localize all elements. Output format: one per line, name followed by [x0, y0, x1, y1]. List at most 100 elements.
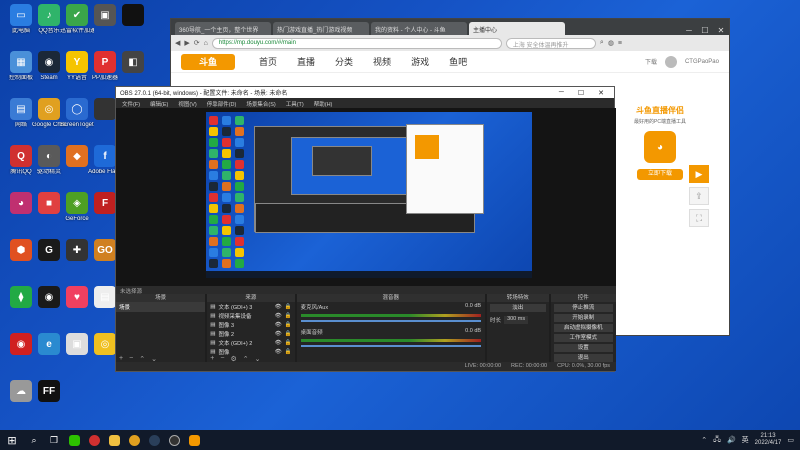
- username[interactable]: CTGPaoPao: [685, 59, 719, 65]
- chrome-icon[interactable]: [124, 430, 144, 450]
- source-item[interactable]: ▤ 文本 (GDI+) 3 👁 🔒: [207, 302, 294, 311]
- control-button[interactable]: 启动虚拟摄像机: [553, 324, 614, 332]
- wechat-icon[interactable]: [64, 430, 84, 450]
- lock-icon[interactable]: 🔒: [285, 322, 292, 328]
- extensions-icon[interactable]: ◍: [608, 39, 614, 47]
- volume-icon[interactable]: 🔊: [727, 436, 736, 444]
- sources-dock: 来源 ▤ 文本 (GDI+) 3 👁 🔒 ▤ 视频采集设备 👁 🔒 ▤ 图像 3 👁 🔒 ▤ 图像 2 👁 🔒…: [207, 294, 295, 364]
- close-icon[interactable]: ✕: [713, 26, 729, 35]
- search-icon[interactable]: ⌕: [24, 430, 44, 450]
- lock-icon[interactable]: 🔒: [285, 340, 292, 346]
- desktop-shortcut[interactable]: FF: [32, 380, 66, 404]
- forward-icon[interactable]: ▶: [184, 39, 189, 47]
- back-icon[interactable]: ◀: [175, 39, 180, 47]
- avatar[interactable]: [664, 55, 677, 68]
- share-icon[interactable]: ⇪: [689, 187, 709, 205]
- maximize-icon[interactable]: ☐: [697, 26, 713, 35]
- duration-label: 时长: [490, 318, 502, 324]
- eye-icon[interactable]: 👁: [275, 313, 282, 319]
- lock-icon[interactable]: 🔒: [285, 304, 292, 310]
- obs-window: OBS 27.0.1 (64-bit, windows) - 配置文件: 未命名…: [115, 86, 617, 372]
- obs-menu-item[interactable]: 帮助(H): [314, 100, 333, 108]
- source-item[interactable]: ▤ 图像 3 👁 🔒: [207, 320, 294, 329]
- netease-icon[interactable]: [84, 430, 104, 450]
- eye-icon[interactable]: 👁: [275, 340, 282, 346]
- control-button[interactable]: 设置: [553, 344, 614, 352]
- notification-icon[interactable]: ▭: [787, 436, 794, 444]
- lock-icon[interactable]: 🔒: [285, 349, 292, 355]
- source-type-icon: ▤: [210, 321, 216, 328]
- eye-icon[interactable]: 👁: [275, 304, 282, 310]
- search-icon[interactable]: ⌕: [600, 39, 604, 47]
- app-icon: Q: [10, 145, 32, 167]
- nav-item-home[interactable]: 首页: [259, 55, 277, 68]
- duration-row: 时长 300 ms: [487, 314, 549, 326]
- control-button[interactable]: 工作室模式: [553, 334, 614, 342]
- volume-slider[interactable]: [300, 320, 482, 322]
- control-button[interactable]: 停止推流: [553, 304, 614, 312]
- source-type-icon: ▤: [210, 330, 216, 337]
- desktop-shortcut[interactable]: ◧: [116, 51, 150, 75]
- site-logo[interactable]: 斗鱼: [181, 53, 235, 70]
- browser-tab[interactable]: 热门游戏直播_热门游戏视频: [273, 22, 369, 35]
- minimize-icon[interactable]: ─: [559, 89, 564, 97]
- promo-title: 斗鱼直播伴侣: [636, 106, 684, 115]
- eye-icon[interactable]: 👁: [275, 322, 282, 328]
- source-label: 视频采集设备: [218, 313, 252, 320]
- steam-icon[interactable]: [144, 430, 164, 450]
- minimize-icon[interactable]: ─: [681, 26, 697, 35]
- maximize-icon[interactable]: ☐: [578, 89, 584, 97]
- obs-icon[interactable]: [164, 430, 184, 450]
- nav-item-yuba[interactable]: 鱼吧: [449, 55, 467, 68]
- fullscreen-icon[interactable]: ⛶: [689, 209, 709, 227]
- ime-indicator[interactable]: 英: [742, 435, 749, 445]
- url-input[interactable]: https://mp.douyu.com/#/main: [211, 37, 502, 49]
- clock-time: 21:13: [760, 433, 776, 439]
- close-icon[interactable]: ✕: [598, 89, 604, 97]
- transition-select[interactable]: 淡出: [490, 304, 546, 312]
- refresh-icon[interactable]: ⟳: [194, 39, 200, 47]
- download-button[interactable]: 立即下载: [637, 169, 683, 180]
- volume-slider[interactable]: [300, 345, 482, 347]
- source-item[interactable]: ▤ 图像 2 👁 🔒: [207, 329, 294, 338]
- home-icon[interactable]: ⌂: [204, 40, 208, 47]
- douyu-icon[interactable]: [184, 430, 204, 450]
- browser-tab[interactable]: 360导航_一个主页，整个世界: [175, 22, 271, 35]
- search-input[interactable]: 上海 安全体温再推升: [505, 37, 596, 49]
- download-link[interactable]: 下载: [645, 57, 657, 66]
- file-explorer-icon[interactable]: [104, 430, 124, 450]
- obs-menu-item[interactable]: 编辑(E): [150, 100, 168, 108]
- eye-icon[interactable]: 👁: [275, 331, 282, 337]
- network-icon[interactable]: 🖧: [713, 435, 721, 446]
- nav-item-video[interactable]: 视频: [373, 55, 391, 68]
- control-button[interactable]: 退出: [553, 354, 614, 362]
- chevron-up-icon[interactable]: ⌃: [701, 436, 707, 444]
- browser-tab[interactable]: 主播中心: [469, 22, 565, 35]
- obs-menu-item[interactable]: 停靠部件(D): [207, 100, 237, 108]
- duration-input[interactable]: 300 ms: [504, 316, 529, 324]
- start-button[interactable]: ⊞: [0, 434, 24, 447]
- scene-item[interactable]: 场景: [116, 302, 206, 312]
- play-icon[interactable]: ▶: [689, 165, 709, 183]
- browser-tab[interactable]: 我的资料 - 个人中心 - 斗鱼: [371, 22, 467, 35]
- menu-icon[interactable]: ≡: [618, 40, 622, 47]
- obs-preview[interactable]: [116, 108, 616, 286]
- obs-menu-item[interactable]: 工具(T): [286, 100, 304, 108]
- nav-item-live[interactable]: 直播: [297, 55, 315, 68]
- lock-icon[interactable]: 🔒: [285, 331, 292, 337]
- obs-menu-item[interactable]: 文件(F): [122, 100, 140, 108]
- nav-item-game[interactable]: 游戏: [411, 55, 429, 68]
- lock-icon[interactable]: 🔒: [285, 313, 292, 319]
- source-item[interactable]: ▤ 文本 (GDI+) 2 👁 🔒: [207, 338, 294, 347]
- nav-item-category[interactable]: 分类: [335, 55, 353, 68]
- control-button[interactable]: 开始录制: [553, 314, 614, 322]
- obs-menu-item[interactable]: 视图(V): [178, 100, 196, 108]
- source-item[interactable]: ▤ 视频采集设备 👁 🔒: [207, 311, 294, 320]
- eye-icon[interactable]: 👁: [275, 349, 282, 355]
- task-view-icon[interactable]: ❐: [44, 430, 64, 450]
- source-type-icon: ▤: [210, 303, 216, 310]
- obs-menu-item[interactable]: 场景集合(S): [246, 100, 275, 108]
- nested-app-icon: [222, 204, 231, 213]
- clock[interactable]: 21:13 2022/4/17: [755, 433, 782, 447]
- desktop-shortcut[interactable]: [116, 4, 150, 28]
